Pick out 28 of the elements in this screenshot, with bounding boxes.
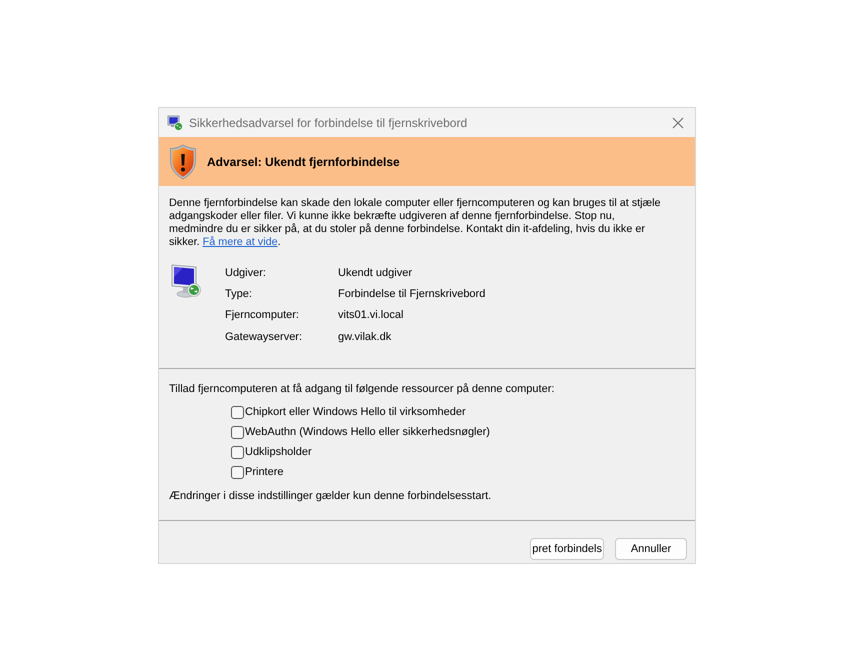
detail-label: Type: [225,288,253,300]
checkbox[interactable] [231,406,244,419]
dialog-button[interactable]: pret forbindels [530,538,604,560]
checkbox-label[interactable]: Chipkort eller Windows Hello til virksomheder [245,406,466,418]
checkbox[interactable] [231,446,244,459]
checkbox-label[interactable]: WebAuthn (Windows Hello eller sikkerhedsnøgler) [245,426,490,438]
checkbox-label[interactable]: Printere [245,466,284,478]
detail-value: vits01.vi.local [338,309,404,322]
computer-monitor-icon [171,263,203,299]
resources-prompt: Tillad fjerncomputeren at få adgang til følgende ressourcer på denne computer: [169,382,556,398]
checkbox[interactable] [231,466,244,479]
dialog-button[interactable]: Annuller [615,538,687,560]
warning-shield-icon [169,144,197,180]
warning-heading: Advarsel: Ukendt fjernforbindelse [207,154,400,168]
detail-value: gw.vilak.dk [338,330,392,343]
learn-more-link[interactable]: Få mere at vide [202,236,278,248]
settings-note: Ændringer i disse indstillinger gælder kun denne forbindelsesstart. [169,489,492,504]
detail-value: Ukendt udgiver [338,266,413,279]
window-title: Sikkerhedsadvarsel for forbindelse til fjernskrivebord [189,116,468,130]
checkbox-label[interactable]: Udklipsholder [245,446,312,458]
close-icon [672,116,684,128]
detail-value: Forbindelse til Fjernskrivebord [338,288,486,300]
detail-label: Udgiver: [225,266,267,279]
remote-desktop-icon [167,114,183,130]
checkbox[interactable] [231,426,244,439]
warning-message: Denne fjernforbindelse kan skade den lokale computer eller fjerncomputeren og kan bruges til at stjæle adgangskoder eller filer. Vi kunne ikke bekræfte udgiveren af denne fjernforbindelse. Stop nu, medmindre du er sikker på, at du stoler på denne forbindelse. Kontakt din it-afdeling, hvis du ikke er sikker. Få mere at vide. [169,197,662,249]
detail-label: Gatewayserver: [225,330,304,343]
detail-label: Fjerncomputer: [225,309,300,322]
